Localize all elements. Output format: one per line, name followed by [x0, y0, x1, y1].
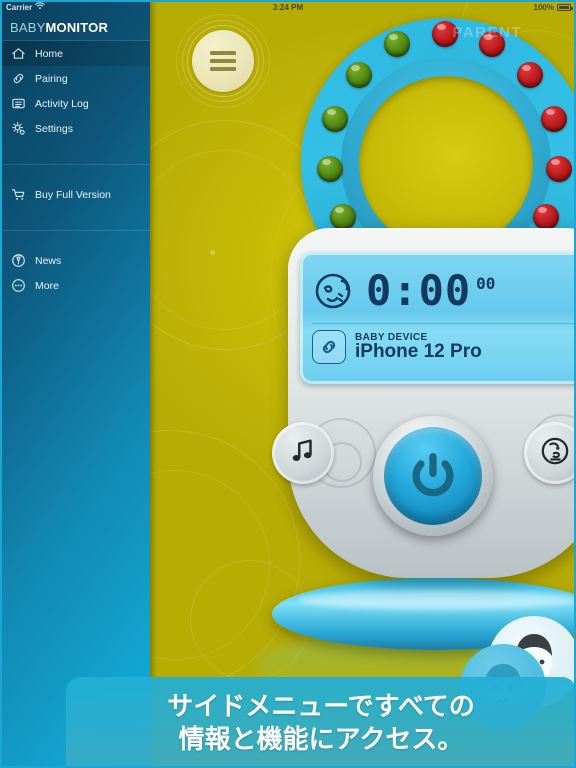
broadcast-icon — [11, 253, 26, 268]
sidebar-item-pairing[interactable]: Pairing — [0, 66, 150, 91]
sidebar-item-settings[interactable]: Settings — [0, 116, 150, 141]
device-name-value: iPhone 12 Pro — [355, 341, 482, 363]
led-indicator — [346, 62, 372, 88]
sidebar-item-label: Home — [35, 47, 64, 60]
ellipsis-icon — [11, 278, 26, 293]
battery-percent-label: 100% — [533, 2, 554, 12]
sidebar-item-more[interactable]: More — [0, 273, 150, 298]
power-icon — [412, 453, 454, 497]
tutorial-caption: サイドメニューですべての 情報と機能にアクセス。 — [66, 677, 576, 768]
caption-line-2: 情報と機能にアクセス。 — [178, 723, 464, 754]
brand-light-part: BABY — [10, 19, 46, 35]
lcd-divider — [312, 323, 576, 324]
parent-watermark: PARENT — [452, 24, 522, 41]
app-brand-title: BABY MONITOR — [0, 14, 150, 40]
sleeping-baby-icon — [312, 269, 356, 313]
sidebar-item-news[interactable]: News — [0, 248, 150, 273]
lcd-device-row: BABY DEVICE iPhone 12 Pro — [312, 330, 576, 364]
hamburger-bar — [210, 51, 236, 55]
led-indicator — [533, 204, 559, 230]
lcd-timer: 0:00 00 — [366, 266, 496, 316]
wifi-icon — [35, 2, 45, 12]
sidebar-item-label: Pairing — [35, 72, 68, 85]
music-button[interactable] — [272, 422, 334, 484]
list-icon — [11, 96, 26, 111]
status-bar-carrier-group: Carrier — [6, 2, 45, 12]
led-indicator — [384, 31, 410, 57]
sidebar-item-label: Buy Full Version — [35, 188, 111, 201]
sidebar-item-label: More — [35, 279, 59, 292]
timer-main-value: 0:00 — [366, 266, 472, 316]
hamburger-menu-icon[interactable] — [192, 30, 254, 92]
sidebar-item-home[interactable]: Home — [0, 41, 150, 66]
led-indicator — [546, 156, 572, 182]
caption-line-1: サイドメニューですべての — [167, 690, 475, 721]
power-button-inner — [384, 427, 482, 525]
led-indicator — [330, 204, 356, 230]
led-indicator — [317, 156, 343, 182]
status-bar-time: 3:24 PM — [272, 2, 304, 12]
talk-face-icon — [540, 436, 570, 471]
sidebar-item-activity-log[interactable]: Activity Log — [0, 91, 150, 116]
status-bar-battery-group: 100% — [533, 2, 573, 12]
link-icon — [11, 71, 26, 86]
brand-bold-part: MONITOR — [45, 19, 109, 35]
timer-seconds-value: 00 — [476, 274, 496, 294]
menu-button[interactable] — [176, 14, 270, 108]
carrier-label: Carrier — [6, 2, 33, 12]
home-icon — [11, 46, 26, 61]
sidebar: BABY MONITOR Home Pairing Activity Log S… — [0, 0, 150, 768]
power-button[interactable] — [373, 416, 493, 536]
sidebar-item-label: Settings — [35, 122, 73, 135]
sidebar-item-buy-full-version[interactable]: Buy Full Version — [0, 182, 150, 207]
decorative-dot — [210, 250, 215, 255]
cart-icon — [11, 187, 26, 202]
hamburger-bar — [210, 67, 236, 71]
device-lcd-screen: 0:00 00 BABY DEVICE iPhone 12 Pro — [300, 252, 576, 384]
led-indicator — [541, 106, 567, 132]
music-note-icon — [288, 436, 318, 471]
hamburger-bar — [210, 59, 236, 63]
status-bar: 3:24 PM Carrier 100% — [0, 0, 576, 14]
battery-full-icon — [557, 3, 573, 11]
gear-icon — [11, 121, 26, 136]
lcd-timer-row: 0:00 00 — [312, 260, 576, 322]
link-chain-icon — [312, 330, 346, 364]
app-root: 0:00 00 BABY DEVICE iPhone 12 Pro PARENT… — [0, 0, 576, 768]
led-indicator — [517, 62, 543, 88]
sidebar-item-label: News — [35, 254, 62, 267]
lcd-device-info: BABY DEVICE iPhone 12 Pro — [355, 332, 482, 362]
sidebar-item-label: Activity Log — [35, 97, 89, 110]
led-indicator — [322, 106, 348, 132]
